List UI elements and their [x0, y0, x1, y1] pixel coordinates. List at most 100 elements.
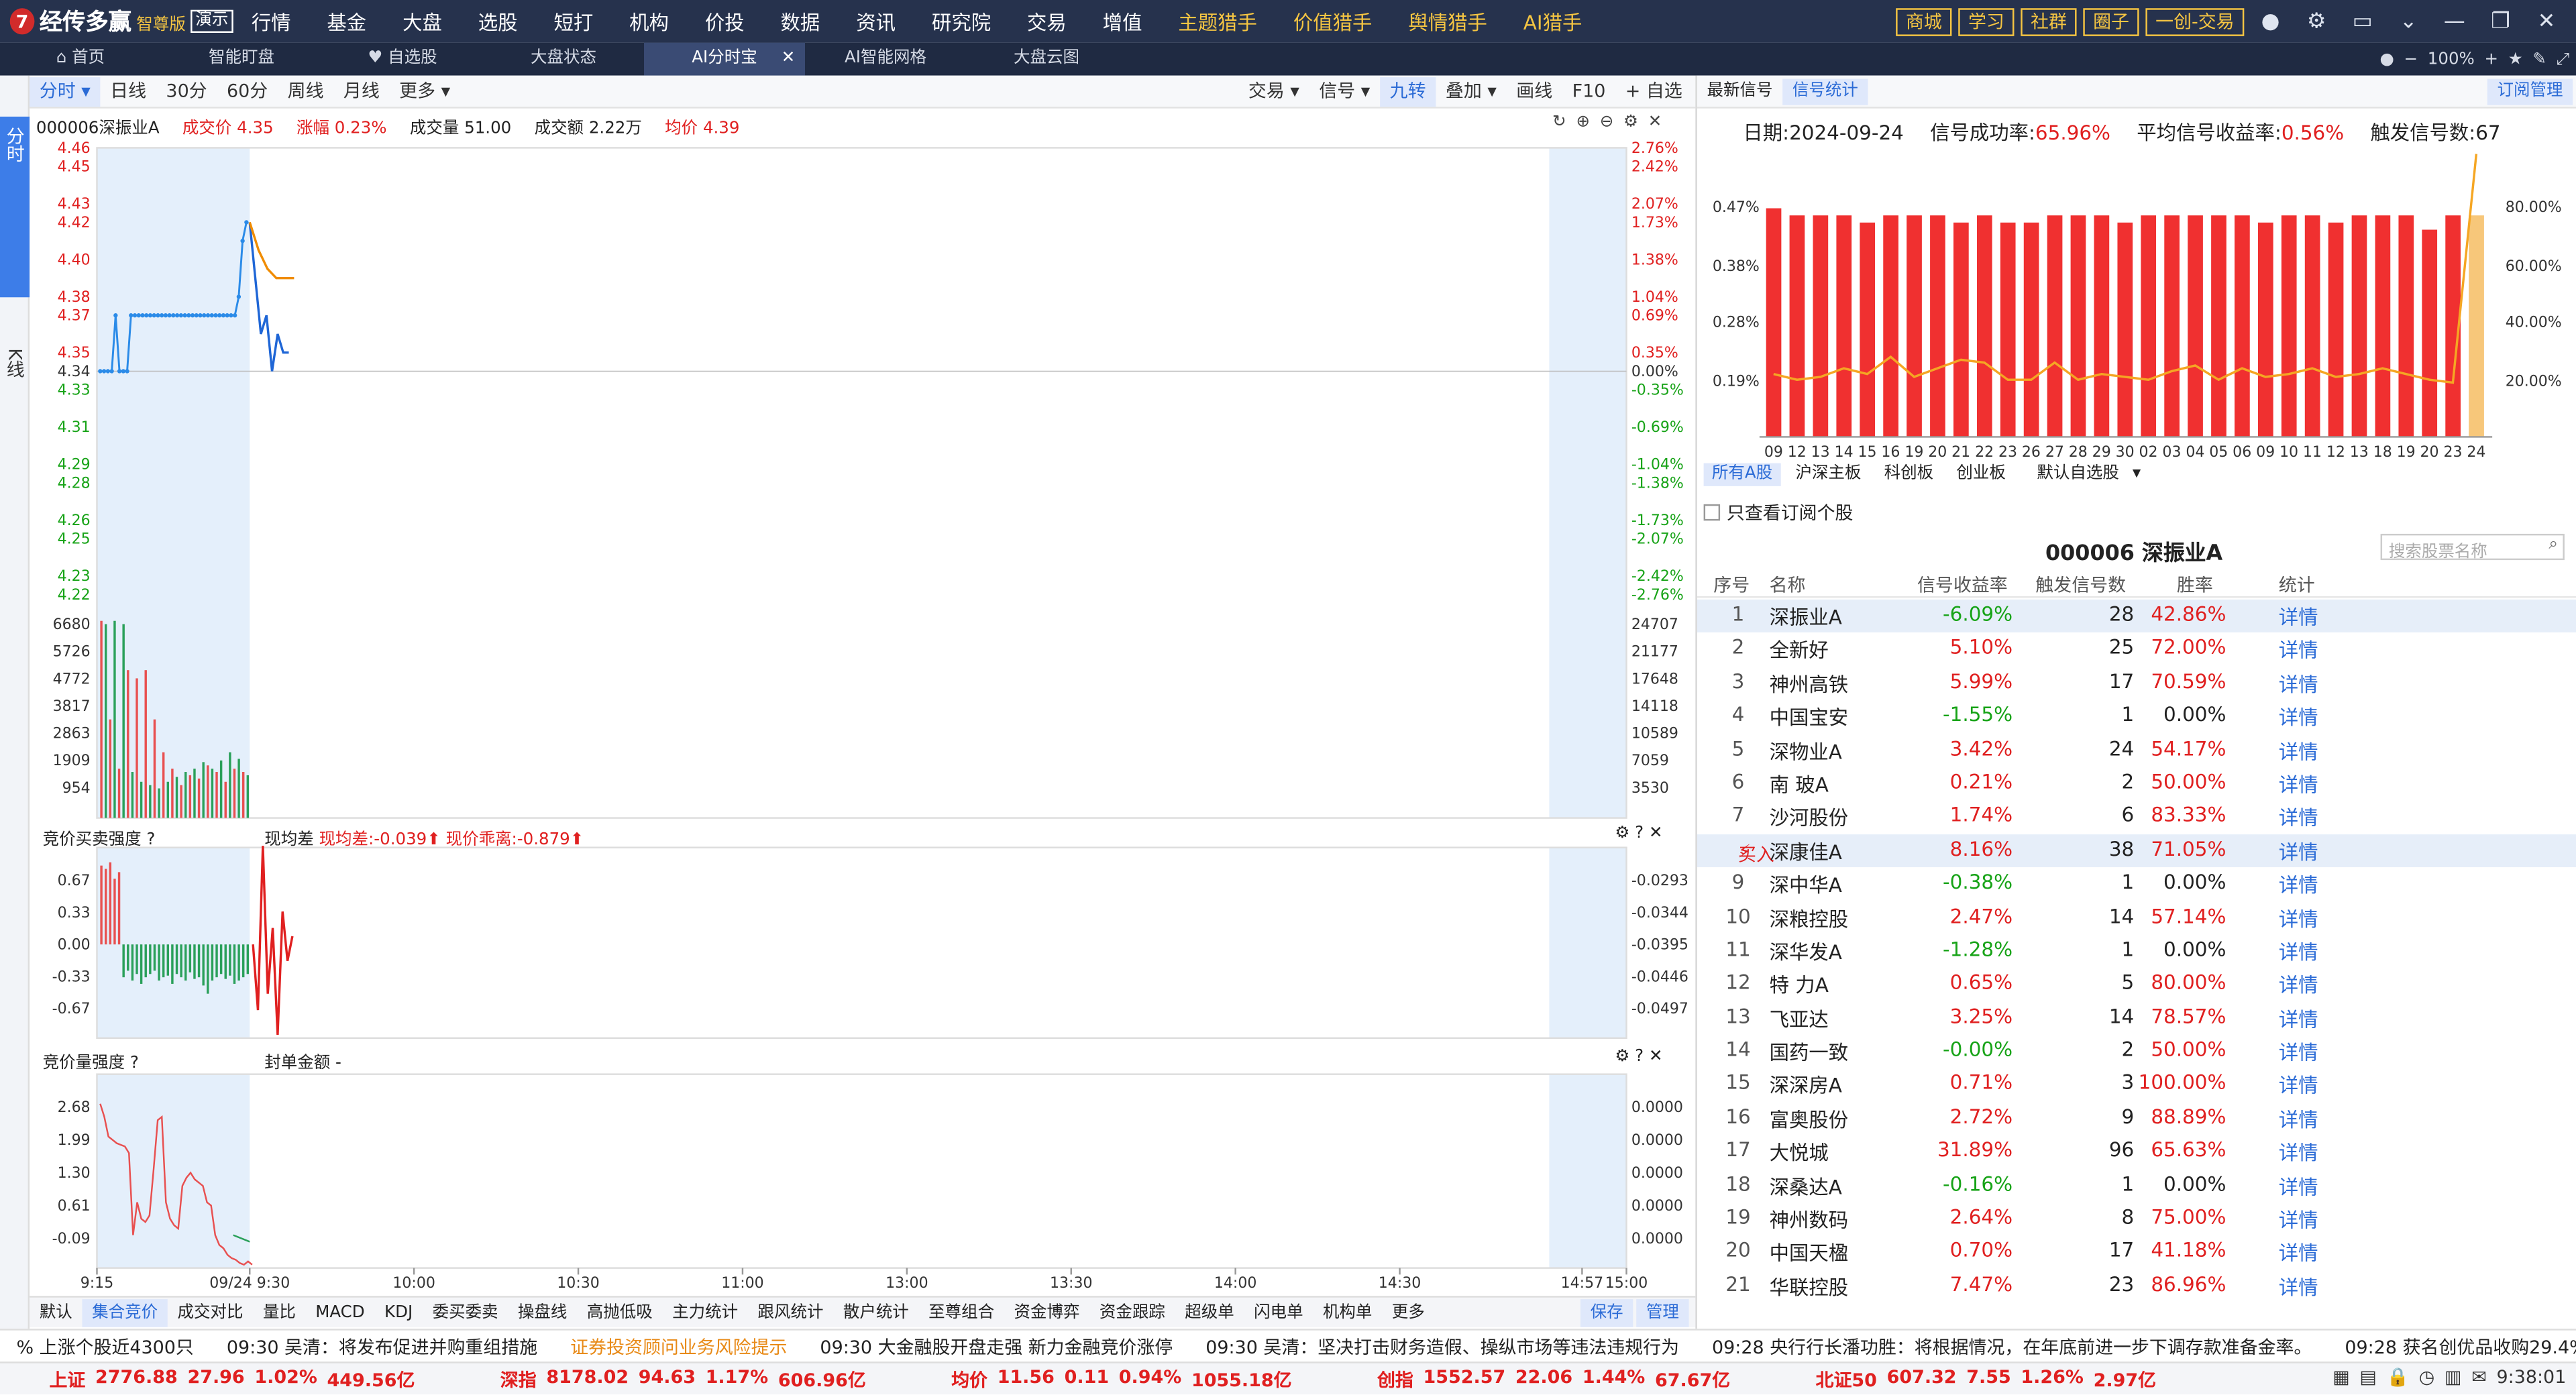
table-row[interactable]: 18 深桑达A -0.16% 1 0.00% 详情 [1697, 1169, 2576, 1203]
table-row[interactable]: 9 深中华A -0.38% 1 0.00% 详情 [1697, 867, 2576, 901]
table-row[interactable]: 5 深物业A 3.42% 24 54.17% 详情 [1697, 734, 2576, 767]
indicator-12[interactable]: 至尊组合 [918, 1298, 1004, 1327]
nav-item-14[interactable]: 舆情猎手 [1390, 7, 1505, 36]
nav-item-2[interactable]: 大盘 [384, 7, 460, 36]
tab-5[interactable]: AI智能网格 [805, 43, 966, 76]
nav-item-6[interactable]: 价投 [687, 7, 763, 36]
indicator-13[interactable]: 资金博弈 [1004, 1298, 1089, 1327]
period-30min[interactable]: 30分 [156, 76, 217, 106]
subscribe-button[interactable]: 订阅管理 [2487, 78, 2573, 105]
table-row[interactable]: 13 飞亚达 3.25% 14 78.57% 详情 [1697, 1001, 2576, 1035]
close-icon[interactable]: ✕ [1649, 1048, 1663, 1066]
help-icon[interactable]: ? [1635, 1048, 1644, 1066]
mall-button[interactable]: 商城 [1896, 7, 1952, 36]
nav-item-15[interactable]: AI猎手 [1505, 7, 1600, 36]
table-row[interactable]: 3 神州高铁 5.99% 17 70.59% 详情 [1697, 667, 2576, 700]
row-detail-link[interactable]: 详情 [2279, 1005, 2318, 1033]
nav-item-10[interactable]: 交易 [1009, 7, 1085, 36]
row-detail-link[interactable]: 详情 [2279, 837, 2318, 865]
indicator-18[interactable]: 更多 [1382, 1298, 1434, 1327]
table-row[interactable]: 19 神州数码 2.64% 8 75.00% 详情 [1697, 1203, 2576, 1236]
row-detail-link[interactable]: 详情 [2279, 1172, 2318, 1201]
row-detail-link[interactable]: 详情 [2279, 670, 2318, 698]
table-row[interactable]: 16 富奥股份 2.72% 9 88.89% 详情 [1697, 1102, 2576, 1135]
zoom-out-icon[interactable]: − [2404, 50, 2418, 68]
market-tab-main[interactable]: 沪深主板 [1787, 463, 1869, 486]
row-detail-link[interactable]: 详情 [2279, 871, 2318, 899]
nav-item-8[interactable]: 资讯 [838, 7, 914, 36]
zoom-menu-icon[interactable]: ● [2379, 50, 2394, 68]
indicator-8[interactable]: 高抛低吸 [577, 1298, 662, 1327]
window-icon[interactable]: ▭ [2343, 9, 2382, 34]
table-row[interactable]: ⚡ 买入 深康佳A 8.16% 38 71.05% 详情 [1697, 834, 2576, 868]
row-detail-link[interactable]: 详情 [2279, 603, 2318, 631]
tab-1[interactable]: 智能盯盘 [161, 43, 322, 76]
minimize-icon[interactable]: — [2434, 9, 2474, 34]
row-detail-link[interactable]: 详情 [2279, 1072, 2318, 1100]
zoom-in-icon[interactable]: + [2485, 50, 2499, 68]
row-detail-link[interactable]: 详情 [2279, 636, 2318, 665]
close-icon[interactable]: ✕ [1649, 824, 1663, 842]
indicator-15[interactable]: 超级单 [1175, 1298, 1244, 1327]
close-chart-icon[interactable]: ✕ [1648, 113, 1662, 131]
tab-4[interactable]: AI分时宝 ✕ [644, 42, 806, 76]
subscribed-only-checkbox[interactable]: 只查看订阅个股 [1703, 499, 1853, 525]
indicator-0[interactable]: 默认 [30, 1298, 82, 1327]
table-row[interactable]: 21 华联控股 7.47% 23 86.96% 详情 [1697, 1270, 2576, 1303]
nine-turn-button[interactable]: 九转 [1379, 77, 1436, 107]
gear-icon[interactable]: ⚙ [1615, 1048, 1629, 1066]
period-day[interactable]: 日线 [100, 76, 156, 106]
indicator-5[interactable]: KDJ [374, 1298, 423, 1327]
table-row[interactable]: 17 大悦城 31.89% 96 65.63% 详情 [1697, 1135, 2576, 1169]
table-row[interactable]: 14 国药一致 -0.00% 2 50.00% 详情 [1697, 1035, 2576, 1068]
save-button[interactable]: 保存 [1580, 1299, 1633, 1327]
checkbox-box[interactable] [1703, 504, 1721, 521]
col-name[interactable]: 名称 [1770, 571, 1806, 598]
table-row[interactable]: 20 中国天楹 0.70% 17 41.18% 详情 [1697, 1236, 2576, 1270]
table-row[interactable]: 11 深华发A -1.28% 1 0.00% 详情 [1697, 934, 2576, 968]
row-detail-link[interactable]: 详情 [2279, 1105, 2318, 1133]
chevron-down-icon[interactable]: ⌄ [2389, 9, 2428, 34]
message-icon[interactable]: ✉ [2471, 1367, 2487, 1388]
indicator-6[interactable]: 委买委卖 [423, 1298, 508, 1327]
f10-button[interactable]: F10 [1562, 77, 1615, 107]
indicator-11[interactable]: 散户统计 [833, 1298, 918, 1327]
market-tab-gem[interactable]: 创业板 [1948, 463, 2014, 486]
learn-button[interactable]: 学习 [1958, 7, 2015, 36]
tab-close-icon[interactable]: ✕ [782, 43, 796, 76]
pin-icon[interactable]: ✎ [2532, 50, 2546, 68]
tab-6[interactable]: 大盘云图 [966, 43, 1127, 76]
add-icon[interactable]: ⊕ [1576, 113, 1591, 131]
gear-icon[interactable]: ⚙ [2297, 9, 2337, 34]
nav-item-11[interactable]: 增值 [1085, 7, 1161, 36]
close-icon[interactable]: ✕ [2527, 9, 2567, 34]
tab-0[interactable]: ⌂ 首页 [0, 43, 161, 76]
row-detail-link[interactable]: 详情 [2279, 770, 2318, 798]
index-3[interactable]: 创指 1552.57 22.06 1.44% 67.67亿 [1328, 1365, 1766, 1392]
indicator-10[interactable]: 跟风统计 [748, 1298, 833, 1327]
overlay-menu[interactable]: 叠加 ▾ [1436, 77, 1506, 107]
nav-item-4[interactable]: 短打 [536, 7, 612, 36]
circle-button[interactable]: 圈子 [2083, 7, 2139, 36]
trade-account-select[interactable]: 一创-交易 [2145, 7, 2245, 36]
table-row[interactable]: 7 沙河股份 1.74% 6 83.33% 详情 [1697, 801, 2576, 834]
stock-search-input[interactable]: 搜索股票名称 ⌕ [2380, 533, 2565, 562]
row-detail-link[interactable]: 详情 [2279, 1273, 2318, 1301]
period-intraday[interactable]: 分时 ▾ [30, 76, 101, 106]
community-button[interactable]: 社群 [2021, 7, 2077, 36]
expand-icon[interactable]: ⤢ [2557, 50, 2570, 68]
market-tab-star[interactable]: 科创板 [1876, 463, 1941, 486]
period-month[interactable]: 月线 [333, 76, 389, 106]
index-1[interactable]: 深指 8178.02 94.63 1.17% 606.96亿 [451, 1365, 902, 1392]
col-index[interactable]: 序号 [1713, 571, 1750, 598]
intraday-chart[interactable]: 4.46 2.76% 4.45 2.42% 4.43 2.07% 4.42 1.73% 4.40… [30, 142, 1695, 1296]
period-week[interactable]: 周线 [278, 76, 333, 106]
indicator-2[interactable]: 成交对比 [168, 1298, 253, 1327]
tab-latest-signal[interactable]: 最新信号 [1697, 78, 1782, 104]
col-return[interactable]: 信号收益率 [1917, 571, 2008, 598]
help-icon[interactable]: ? [146, 831, 155, 849]
indicator-17[interactable]: 机构单 [1313, 1298, 1382, 1327]
table-row[interactable]: 15 深深房A 0.71% 3 100.00% 详情 [1697, 1068, 2576, 1102]
col-winrate[interactable]: 胜率 [2177, 571, 2213, 598]
indicator-1[interactable]: 集合竞价 [82, 1298, 168, 1327]
